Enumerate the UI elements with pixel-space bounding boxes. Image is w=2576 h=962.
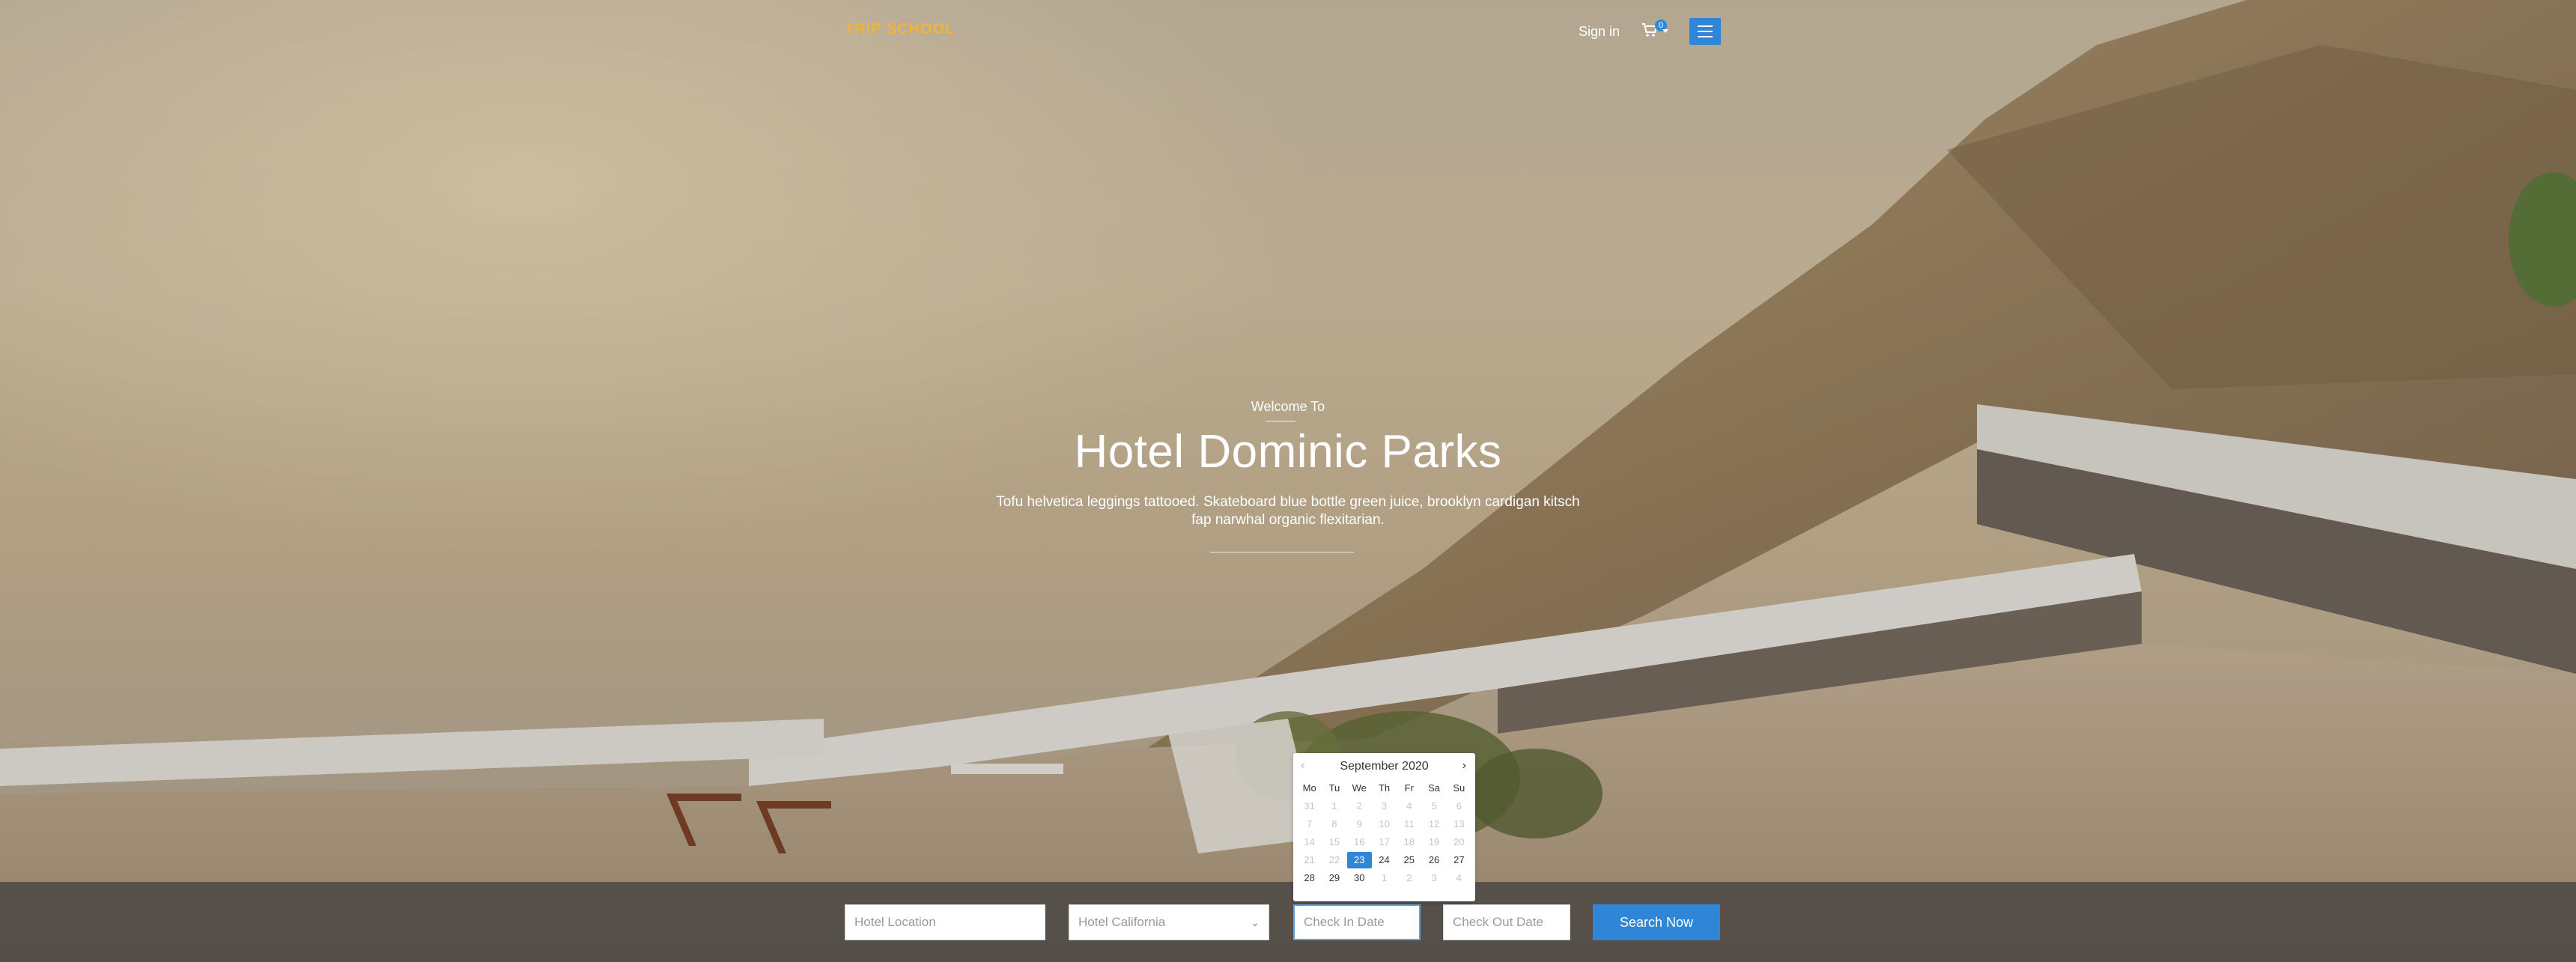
calendar-day[interactable]: 8 [1322,816,1346,832]
calendar-day[interactable]: 6 [1447,798,1471,815]
menu-bar [1698,36,1713,37]
calendar-day[interactable]: 4 [1397,798,1421,815]
calendar-day[interactable]: 19 [1421,834,1446,850]
datepicker-grid: Mo Tu We Th Fr Sa Su 31 1 2 3 4 5 6 7 8 9 10 11 12 13… [1297,780,1471,886]
menu-bar [1698,31,1713,32]
weekday-label: We [1352,782,1367,794]
weekday-label: Fr [1404,782,1414,794]
calendar-day[interactable]: 12 [1421,816,1446,832]
calendar-day[interactable]: 4 [1447,870,1471,886]
check-in-date-input[interactable] [1293,904,1421,940]
calendar-day-selected[interactable]: 23 [1346,852,1372,868]
calendar-day[interactable]: 14 [1297,834,1322,850]
weekday-label: Tu [1328,782,1340,794]
hero-description: Tofu helvetica leggings tattooed. Skateb… [996,494,1580,528]
hotel-select[interactable]: Hotel California ⌄ [1069,904,1269,940]
calendar-day[interactable]: 1 [1372,870,1397,886]
caret-down-icon [1662,29,1668,33]
calendar-day[interactable]: 5 [1421,798,1446,815]
datepicker-header: ‹ September 2020 › [1293,759,1475,776]
calendar-day[interactable]: 25 [1397,852,1421,868]
calendar-day[interactable]: 3 [1372,798,1397,815]
sign-in-link[interactable]: Sign in [1579,24,1620,40]
calendar-day[interactable]: 31 [1297,798,1322,815]
calendar-day[interactable]: 18 [1397,834,1421,850]
datepicker-popup: ‹ September 2020 › Mo Tu We Th Fr Sa Su … [1293,753,1475,901]
menu-bar [1698,25,1713,27]
calendar-day[interactable]: 13 [1447,816,1471,832]
calendar-day[interactable]: 20 [1447,834,1471,850]
calendar-day[interactable]: 16 [1347,834,1372,850]
weekday-label: Th [1378,782,1391,794]
calendar-day[interactable]: 1 [1322,798,1346,815]
calendar-day[interactable]: 30 [1347,870,1372,886]
datepicker-month-label[interactable]: September 2020 [1293,760,1475,773]
calendar-day[interactable]: 21 [1297,852,1322,868]
calendar-day[interactable]: 10 [1372,816,1397,832]
calendar-day[interactable]: 26 [1421,852,1446,868]
calendar-day[interactable]: 2 [1397,870,1421,886]
hotel-select-value: Hotel California [1078,915,1166,929]
hamburger-menu-button[interactable] [1689,18,1721,45]
next-month-icon[interactable]: › [1462,759,1466,773]
check-out-date-input[interactable] [1443,904,1570,940]
hero-overlay [0,0,2576,962]
chevron-down-icon: ⌄ [1251,916,1260,928]
weekday-label: Mo [1302,782,1316,794]
hero-title: Hotel Dominic Parks [1074,426,1502,478]
weekday-label: Su [1453,782,1465,794]
calendar-day[interactable]: 15 [1322,834,1346,850]
calendar-day[interactable]: 24 [1372,852,1397,868]
hotel-location-input[interactable] [845,904,1045,940]
calendar-day[interactable]: 9 [1347,816,1372,832]
calendar-day[interactable]: 3 [1421,870,1446,886]
calendar-day[interactable]: 28 [1297,870,1322,886]
calendar-day[interactable]: 17 [1372,834,1397,850]
search-now-button[interactable]: Search Now [1593,904,1720,940]
calendar-day[interactable]: 29 [1322,870,1346,886]
weekday-label: Sa [1428,782,1441,794]
calendar-day[interactable]: 7 [1297,816,1322,832]
cart-button[interactable]: 0 [1641,19,1671,43]
calendar-day[interactable]: 11 [1397,816,1421,832]
calendar-day[interactable]: 22 [1322,852,1346,868]
search-bar [0,882,2576,962]
hero-kicker: Welcome To [1251,399,1325,414]
calendar-day[interactable]: 2 [1347,798,1372,815]
calendar-day[interactable]: 27 [1447,852,1471,868]
site-logo[interactable]: TRIP SCHOOL [845,21,955,38]
hero-background [0,0,2576,962]
